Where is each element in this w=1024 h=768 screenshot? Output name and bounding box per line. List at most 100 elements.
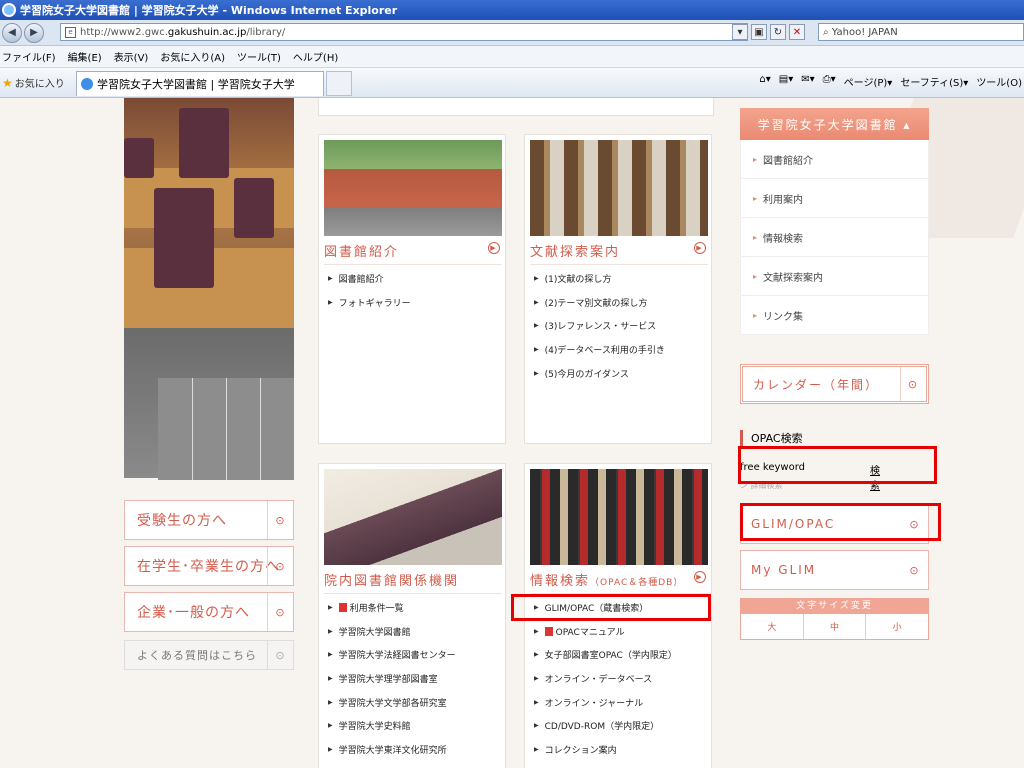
- highlight-glim-opac: [740, 503, 941, 541]
- right-nav-item[interactable]: 情報検索: [740, 218, 929, 257]
- new-tab-button[interactable]: [326, 71, 352, 96]
- favorites-bar: ★ お気に入り 学習院女子大学図書館 | 学習院女子大学 ⌂▾ ▤▾ ✉▾ ⎙▾…: [0, 68, 1024, 98]
- favorites-button[interactable]: ★ お気に入り: [0, 75, 74, 91]
- circle-arrow-icon: ⊙: [900, 367, 926, 401]
- list-item[interactable]: (3)レファレンス・サービス: [530, 314, 708, 338]
- button-label: 受験生の方へ: [137, 513, 227, 529]
- list-item[interactable]: 利用条件一覧: [324, 596, 502, 620]
- panel-title[interactable]: 文献探索案内 ▶: [530, 241, 708, 265]
- building-photo: [324, 140, 502, 236]
- browser-tab[interactable]: 学習院女子大学図書館 | 学習院女子大学: [76, 71, 324, 96]
- list-item[interactable]: (2)テーマ別文献の探し方: [530, 291, 708, 315]
- address-bar: ◀ ▶ e http://www2.gwc. gakushuin.ac.jp/li…: [0, 20, 1024, 46]
- circle-arrow-icon: ⊙: [267, 547, 293, 585]
- hero-photo-strips: [158, 378, 294, 480]
- right-nav-header[interactable]: 学習院女子大学図書館 ▴: [740, 108, 929, 140]
- list-item[interactable]: (1)文献の探し方: [530, 267, 708, 291]
- calendar-button[interactable]: カレンダー（年間） ⊙: [740, 364, 929, 404]
- mail-icon[interactable]: ✉▾: [801, 74, 814, 89]
- right-nav-item[interactable]: 文献探索案内: [740, 257, 929, 296]
- list-item[interactable]: (5)今月のガイダンス: [530, 361, 708, 385]
- right-nav: 学習院女子大学図書館 ▴ 図書館紹介 利用案内 情報検索 文献探索案内 リンク集: [740, 108, 929, 335]
- panel-title[interactable]: 図書館紹介 ▶: [324, 241, 502, 265]
- my-glim-button[interactable]: My GLIM ⊙: [740, 550, 929, 590]
- ie-logo-icon: [2, 3, 16, 17]
- compat-view-icon[interactable]: ▣: [751, 24, 767, 40]
- list-item[interactable]: オンライン・データベース: [530, 667, 708, 691]
- panel-related-libraries: 院内図書館関係機関 利用条件一覧 学習院大学図書館 学習院大学法経図書センター …: [318, 463, 506, 768]
- stop-icon[interactable]: ✕: [789, 24, 805, 40]
- dropdown-arrow-icon[interactable]: ▾: [732, 24, 748, 40]
- list-item[interactable]: CD/DVD-ROM（学内限定）: [530, 714, 708, 738]
- list-item[interactable]: 図書館紹介: [324, 267, 502, 291]
- list-item[interactable]: コレクション案内: [530, 738, 708, 762]
- url-input[interactable]: e http://www2.gwc. gakushuin.ac.jp/librar…: [60, 23, 748, 41]
- font-size-caption: 文字サイズ変更: [740, 598, 929, 614]
- list-item[interactable]: オンライン・ジャーナル: [530, 690, 708, 714]
- list-item[interactable]: 学習院大学史料館: [324, 714, 502, 738]
- list-item[interactable]: フォトギャラリー: [324, 291, 502, 315]
- page-icon: e: [65, 26, 76, 38]
- font-size-large[interactable]: 大: [741, 614, 804, 639]
- list-item[interactable]: (4)データベース利用の手引き: [530, 338, 708, 362]
- list-item[interactable]: 女子部図書室OPAC（学内限定）: [530, 643, 708, 667]
- feeds-icon[interactable]: ▤▾: [779, 74, 793, 89]
- faq-button[interactable]: よくある質問はこちら ⊙: [124, 640, 294, 670]
- circle-arrow-icon: ▶: [488, 242, 500, 254]
- books-photo: [530, 469, 708, 565]
- list-item[interactable]: 学習院大学文学部各研究室: [324, 690, 502, 714]
- prospective-students-button[interactable]: 受験生の方へ ⊙: [124, 500, 294, 540]
- top-panel-strip: [318, 98, 714, 116]
- button-label: My GLIM: [751, 563, 817, 577]
- menu-bar: ファイル(F) 編集(E) 表示(V) お気に入り(A) ツール(T) ヘルプ(…: [0, 46, 1024, 68]
- button-label: 在学生･卒業生の方へ: [137, 559, 280, 575]
- students-alumni-button[interactable]: 在学生･卒業生の方へ ⊙: [124, 546, 294, 586]
- right-nav-item[interactable]: 図書館紹介: [740, 140, 929, 179]
- button-label: よくある質問はこちら: [137, 649, 257, 662]
- list-item[interactable]: 学習院大学図書館: [324, 620, 502, 644]
- opac-search-title: OPAC検索: [740, 430, 803, 446]
- menu-file[interactable]: ファイル(F): [2, 49, 56, 64]
- window-titlebar: 学習院女子大学図書館 | 学習院女子大学 - Windows Internet …: [0, 0, 1024, 20]
- list-item-label: OPACマニュアル: [555, 627, 625, 638]
- font-size-medium[interactable]: 中: [804, 614, 867, 639]
- url-prefix: http://www2.gwc.: [80, 26, 168, 38]
- highlight-glim-opac-link: [511, 594, 711, 621]
- cmd-page[interactable]: ページ(P)▾: [844, 74, 893, 89]
- print-icon[interactable]: ⎙▾: [823, 74, 836, 89]
- menu-edit[interactable]: 編集(E): [68, 49, 102, 64]
- cmd-tools[interactable]: ツール(O): [976, 74, 1022, 89]
- cmd-safety[interactable]: セーフティ(S)▾: [900, 74, 968, 89]
- search-input[interactable]: ⌕ Yahoo! JAPAN: [818, 23, 1024, 41]
- home-icon[interactable]: ⌂▾: [759, 74, 770, 89]
- right-nav-item[interactable]: リンク集: [740, 296, 929, 335]
- list-item[interactable]: 学習院大学法経図書センター: [324, 643, 502, 667]
- forward-arrow-icon[interactable]: ▶: [24, 22, 44, 43]
- page-content: 受験生の方へ ⊙ 在学生･卒業生の方へ ⊙ 企業･一般の方へ ⊙ よくある質問は…: [0, 98, 1024, 768]
- list-item[interactable]: 学習院大学理学部図書室: [324, 667, 502, 691]
- circle-arrow-icon: ⊙: [267, 593, 293, 631]
- right-nav-item[interactable]: 利用案内: [740, 179, 929, 218]
- url-host: gakushuin.ac.jp: [167, 26, 247, 38]
- font-size-small[interactable]: 小: [866, 614, 928, 639]
- menu-view[interactable]: 表示(V): [114, 49, 149, 64]
- pdf-icon: [544, 626, 553, 636]
- font-size-control: 文字サイズ変更 大 中 小: [740, 598, 929, 640]
- refresh-icon[interactable]: ↻: [770, 24, 786, 40]
- menu-help[interactable]: ヘルプ(H): [293, 49, 338, 64]
- menu-favorites[interactable]: お気に入り(A): [160, 49, 225, 64]
- panel-subtitle: （OPAC＆各種DB）: [590, 578, 684, 588]
- list-item[interactable]: OPACマニュアル: [530, 620, 708, 644]
- list-item-label: 利用条件一覧: [349, 604, 404, 615]
- button-label: カレンダー（年間）: [753, 377, 880, 392]
- menu-tools[interactable]: ツール(T): [237, 49, 281, 64]
- back-arrow-icon[interactable]: ◀: [2, 22, 22, 43]
- panel-title[interactable]: 情報検索（OPAC＆各種DB） ▶: [530, 570, 708, 594]
- button-label: 企業･一般の方へ: [137, 605, 250, 621]
- list-item[interactable]: 学習院大学東洋文化研究所: [324, 738, 502, 762]
- circle-arrow-icon: ▶: [694, 242, 706, 254]
- panel-title[interactable]: 院内図書館関係機関: [324, 570, 502, 594]
- favorites-label: お気に入り: [14, 79, 65, 90]
- window-title: 学習院女子大学図書館 | 学習院女子大学 - Windows Internet …: [20, 4, 398, 17]
- corporate-public-button[interactable]: 企業･一般の方へ ⊙: [124, 592, 294, 632]
